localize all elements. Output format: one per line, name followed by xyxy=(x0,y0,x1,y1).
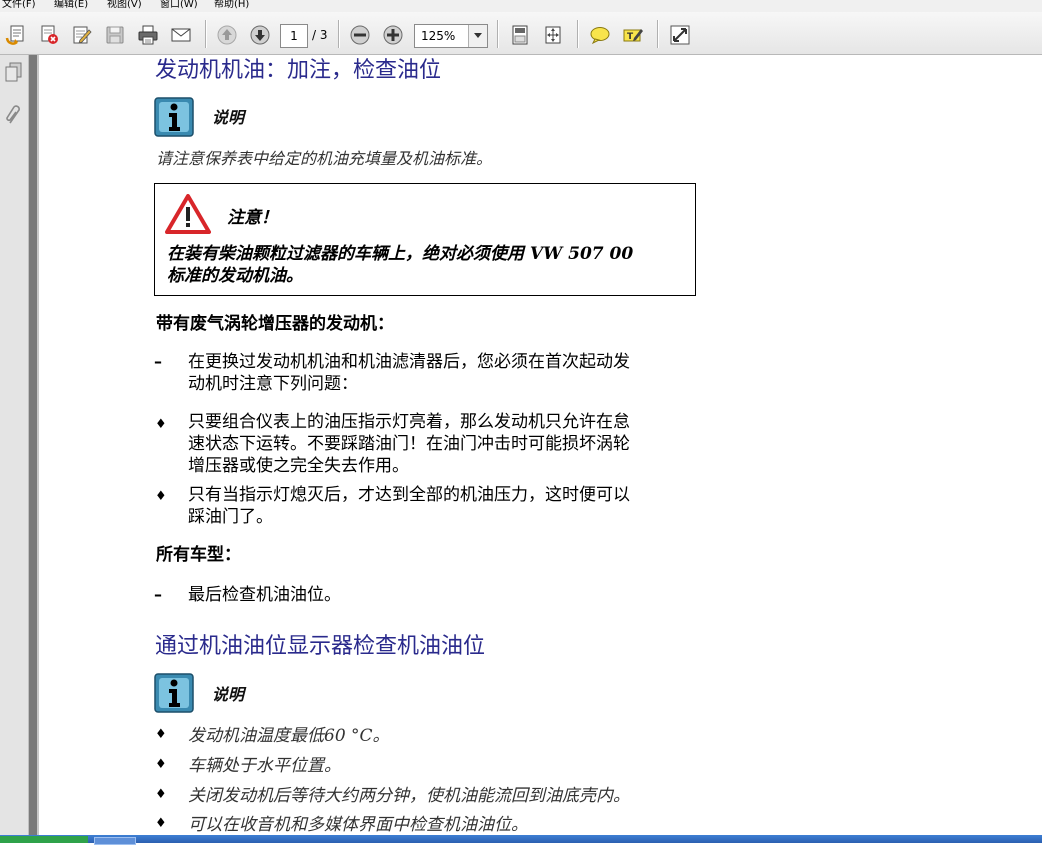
zoom-out-icon xyxy=(350,25,370,45)
page-down-icon xyxy=(250,25,270,45)
bullet1-line2: 速状态下运转。不要踩踏油门！在油门冲击时可能损坏涡轮 xyxy=(188,434,630,454)
pages-panel-icon xyxy=(5,62,22,82)
save-button[interactable] xyxy=(102,23,128,47)
attach-button[interactable] xyxy=(36,23,62,47)
zoom-select[interactable]: 125% xyxy=(414,24,488,48)
fullscreen-button[interactable] xyxy=(667,23,693,47)
menu-bar: 文件(F) 编辑(E) 视图(V) 窗口(W) 帮助(H) xyxy=(0,0,1042,12)
fit-page-button[interactable] xyxy=(507,23,533,47)
bullet1-line1: 只要组合仪表上的油压指示灯亮着，那么发动机只允许在怠 xyxy=(188,412,630,432)
heading-engine-oil: 发动机机油：加注，检查油位 xyxy=(155,58,442,83)
bullet-marker: ♦ xyxy=(155,816,167,831)
dash-marker: – xyxy=(154,585,162,604)
note2-item-3: 关闭发动机后等待大约两分钟，使机油能流回到油底壳内。 xyxy=(188,786,630,806)
print-icon xyxy=(138,25,158,45)
next-page-button[interactable] xyxy=(247,23,273,47)
create-pdf-button[interactable] xyxy=(3,23,29,47)
dash-item1-line1: 在更换过发动机机油和机油滤清器后，您必须在首次起动发 xyxy=(188,352,630,372)
highlight-icon: T xyxy=(623,29,643,42)
edit-button[interactable] xyxy=(69,23,95,47)
email-icon xyxy=(171,28,191,42)
bullet1-line3: 增压器或使之完全失去作用。 xyxy=(188,456,409,476)
comment-icon xyxy=(590,27,610,45)
fit-width-icon xyxy=(545,26,561,44)
bullet-marker: ♦ xyxy=(155,757,167,772)
heading-oil-level-display: 通过机油油位显示器检查机油油位 xyxy=(155,634,486,659)
fit-width-button[interactable] xyxy=(540,23,566,47)
menu-file[interactable]: 文件(F) xyxy=(2,0,36,11)
note2-item-1: 发动机油温度最低60 °C。 xyxy=(188,726,390,746)
fit-page-icon xyxy=(512,25,528,45)
all-models-label: 所有车型： xyxy=(156,545,241,565)
bullet-marker: ♦ xyxy=(155,727,167,742)
caution-box: 注意！ 在装有柴油颗粒过滤器的车辆上，绝对必须使用 VW 507 00 标准的发… xyxy=(154,183,696,296)
note-title: 说明 xyxy=(212,685,245,704)
dash-marker: – xyxy=(154,352,162,371)
attach-icon xyxy=(41,25,58,44)
note2-item-4: 可以在收音机和多媒体界面中检查机油油位。 xyxy=(188,815,528,835)
page-shadow xyxy=(37,55,39,835)
zoom-value: 125% xyxy=(421,29,456,43)
document-page: 发动机机油：加注，检查油位 说明 请注意保养表中给定的机油充填量及机油标准。 注… xyxy=(40,55,1042,835)
dash-item2: 最后检查机油油位。 xyxy=(188,585,341,605)
comment-button[interactable] xyxy=(587,23,613,47)
attachments-panel-button[interactable] xyxy=(3,103,25,127)
info-icon xyxy=(154,97,194,137)
menu-window[interactable]: 窗口(W) xyxy=(160,0,198,11)
chevron-down-icon xyxy=(474,33,482,38)
menu-edit[interactable]: 编辑(E) xyxy=(54,0,88,11)
print-button[interactable] xyxy=(135,23,161,47)
taskbar xyxy=(0,835,1042,845)
turbo-label: 带有废气涡轮增压器的发动机： xyxy=(156,314,394,334)
email-button[interactable] xyxy=(168,23,194,47)
previous-page-button[interactable] xyxy=(214,23,240,47)
zoom-in-icon xyxy=(383,25,403,45)
page-up-icon xyxy=(217,25,237,45)
svg-text:T: T xyxy=(627,32,634,42)
info-icon xyxy=(154,673,194,713)
save-icon xyxy=(106,26,124,44)
pages-panel-button[interactable] xyxy=(3,61,25,85)
create-pdf-icon xyxy=(5,25,24,45)
zoom-dropdown-button[interactable] xyxy=(468,25,487,47)
nav-splitter[interactable] xyxy=(29,55,37,835)
highlight-button[interactable]: T xyxy=(620,23,646,47)
menu-help[interactable]: 帮助(H) xyxy=(214,0,249,11)
navigation-pane xyxy=(0,55,29,835)
warning-icon xyxy=(165,194,211,234)
bullet-marker: ♦ xyxy=(155,489,167,504)
zoom-out-button[interactable] xyxy=(347,23,373,47)
menu-view[interactable]: 视图(V) xyxy=(107,0,142,11)
start-button[interactable] xyxy=(0,836,88,843)
caution-title: 注意！ xyxy=(227,208,278,228)
bullet-marker: ♦ xyxy=(155,417,167,432)
zoom-in-button[interactable] xyxy=(380,23,406,47)
taskbar-item[interactable] xyxy=(94,837,136,845)
caution-text-line2: 标准的发动机油。 xyxy=(167,266,303,286)
bullet-marker: ♦ xyxy=(155,787,167,802)
fullscreen-icon xyxy=(670,25,690,45)
bullet2-line1: 只有当指示灯熄灭后，才达到全部的机油压力，这时便可以 xyxy=(188,485,630,505)
attachments-panel-icon xyxy=(6,105,20,124)
page-number-input[interactable]: 1 xyxy=(280,24,308,48)
page-total: / 3 xyxy=(312,28,328,42)
dash-item1-line2: 动机时注意下列问题： xyxy=(188,374,358,394)
note2-item-2: 车辆处于水平位置。 xyxy=(188,756,341,776)
bullet2-line2: 踩油门了。 xyxy=(188,507,273,527)
note-text: 请注意保养表中给定的机油充填量及机油标准。 xyxy=(156,149,493,168)
note-title: 说明 xyxy=(212,108,245,127)
toolbar: 1 / 3 125% T xyxy=(0,12,1042,55)
edit-icon xyxy=(73,26,92,44)
